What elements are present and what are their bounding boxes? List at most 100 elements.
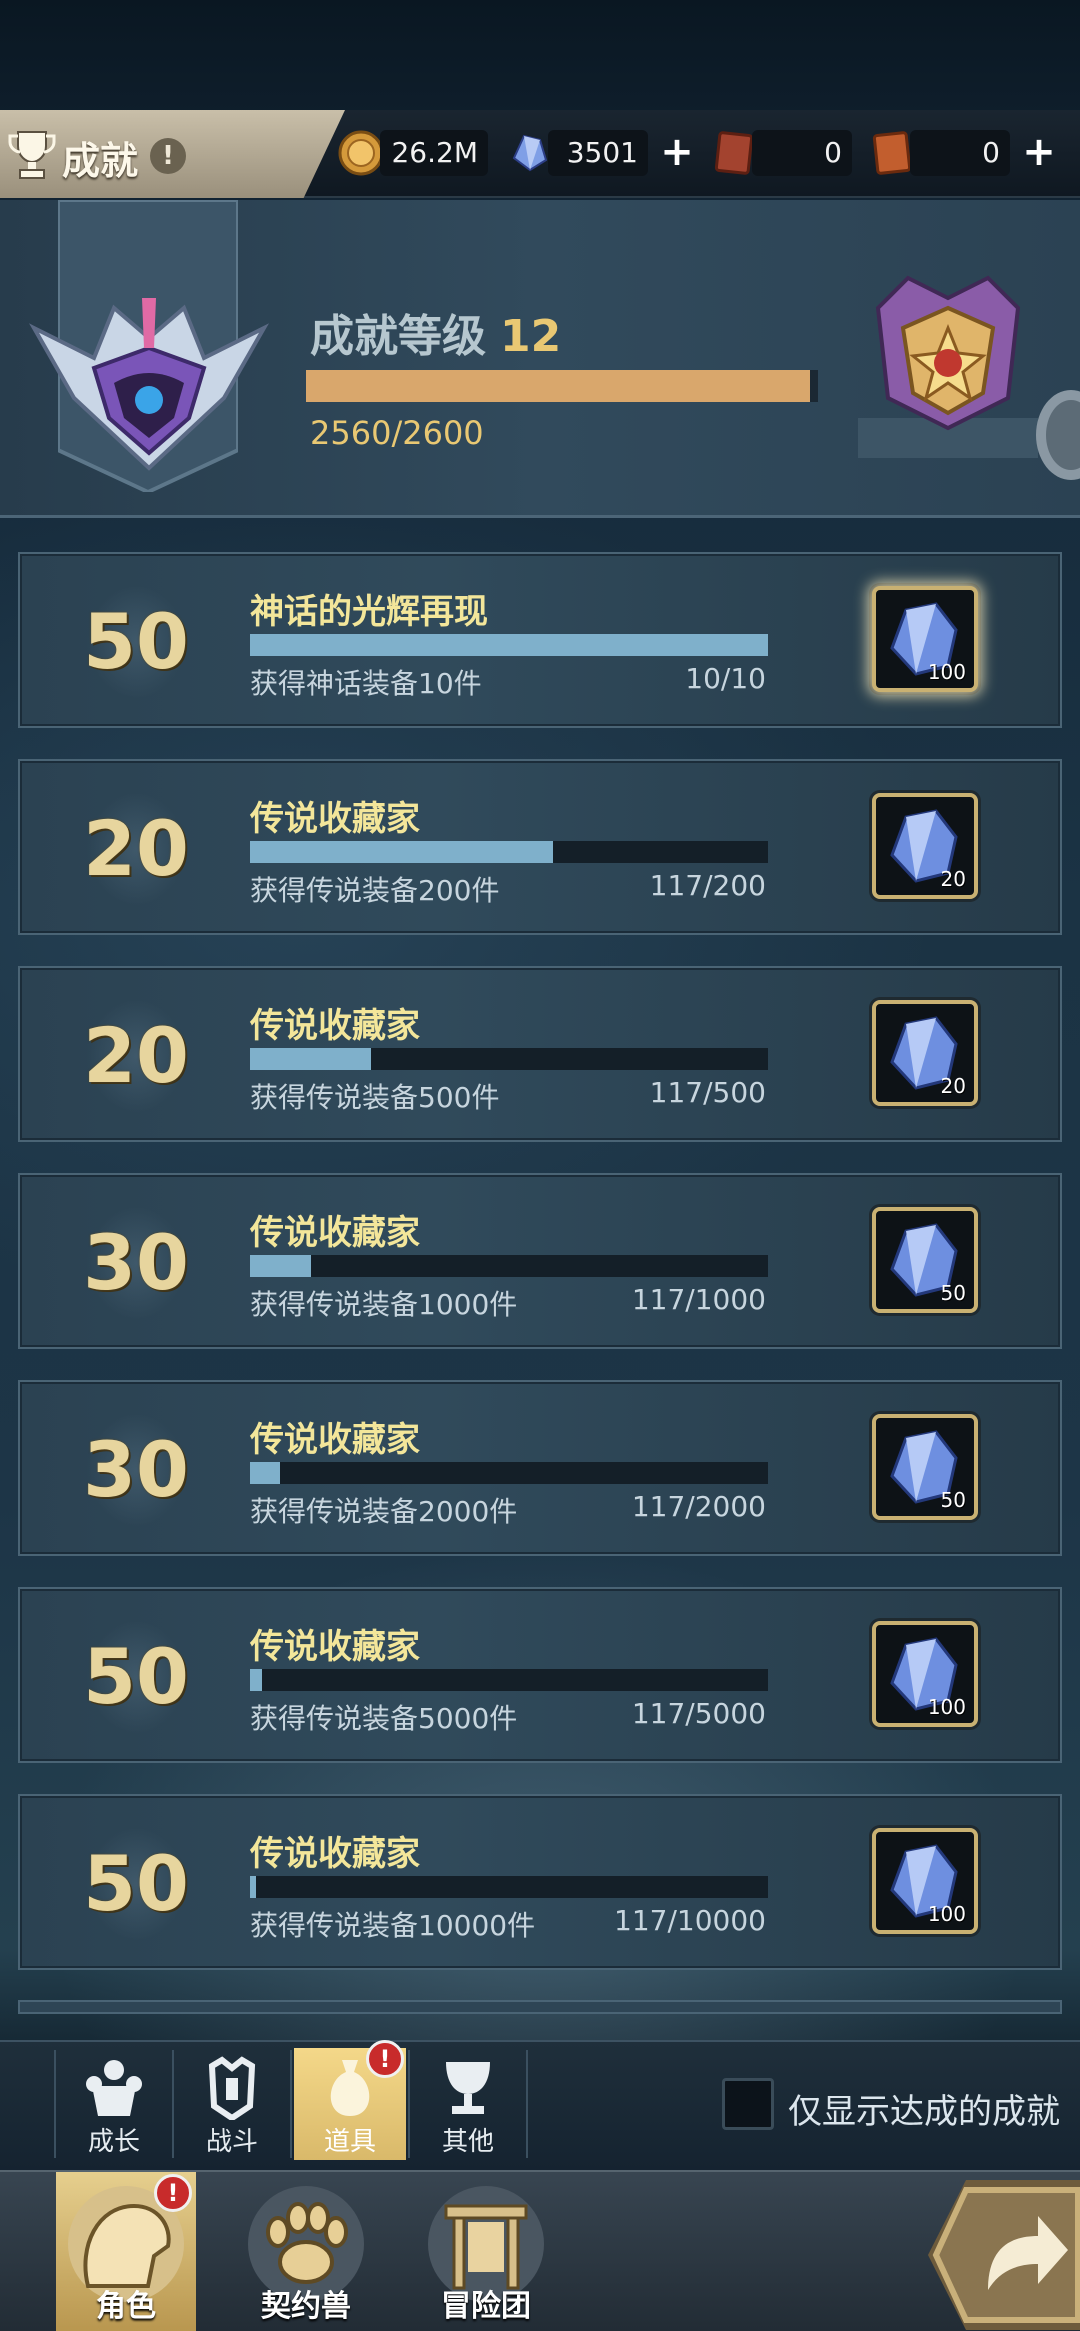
nav-adventure-team[interactable]: 冒险团: [416, 2172, 556, 2331]
gold-coin-icon: [338, 130, 384, 176]
achievement-points: 50: [83, 597, 189, 686]
achievement-name: 传说收藏家: [250, 1420, 420, 1460]
reward-quantity: 100: [927, 1902, 966, 1926]
level-progress-fill: [306, 370, 811, 402]
reward-slot[interactable]: 50: [872, 1414, 978, 1520]
achievement-points: 20: [83, 804, 189, 893]
reward-slot[interactable]: 100: [872, 586, 978, 692]
achievement-count: 117/2000: [631, 1490, 766, 1523]
rank-emblem-icon: [28, 298, 270, 471]
achievement-count: 117/10000: [614, 1904, 766, 1937]
achievement-progress-fill: [250, 841, 554, 863]
achievement-description: 获得传说装备5000件: [250, 1702, 518, 1735]
achievement-progress-bar: [250, 1462, 768, 1484]
achievement-progress-bar: [250, 1876, 768, 1898]
achievement-progress-bar: [250, 841, 768, 863]
title-tab: 成就 !: [0, 110, 345, 198]
achievement-progress-fill: [250, 1669, 263, 1691]
tab-divider: [408, 2050, 410, 2158]
character-alert-badge: !: [154, 2174, 192, 2212]
nav-contract-beast[interactable]: 契约兽: [236, 2172, 376, 2331]
achievement-points: 30: [83, 1425, 189, 1514]
achievement-progress-fill: [250, 1462, 281, 1484]
items-alert-badge: !: [366, 2040, 404, 2078]
achievement-progress-fill: [250, 1048, 372, 1070]
achievement-description: 获得传说装备2000件: [250, 1495, 518, 1528]
tab-divider: [290, 2050, 292, 2158]
achievement-count: 10/10: [685, 662, 766, 695]
achievement-description: 获得神话装备10件: [250, 667, 482, 700]
level-label: 成就等级: [310, 311, 486, 362]
red-ticket-value: 0: [824, 136, 842, 169]
achievement-card[interactable]: 20 传说收藏家 获得传说装备200件 117/200 20: [18, 759, 1062, 937]
achievement-count: 117/1000: [631, 1283, 766, 1316]
page-title: 成就: [62, 139, 139, 183]
reward-slot[interactable]: 50: [872, 1207, 978, 1313]
reward-quantity: 20: [940, 1074, 966, 1098]
achievement-card[interactable]: 50 传说收藏家获得传说装备5000件 117/5000 100: [18, 1587, 1062, 1765]
achievement-name: 传说收藏家: [250, 1213, 420, 1253]
achievement-card[interactable]: 30 传说收藏家获得传说装备2000件 117/2000 50: [18, 1380, 1062, 1558]
show-achieved-label: 仅显示达成的成就: [788, 2092, 1060, 2132]
achievement-name: 传说收藏家: [250, 1627, 420, 1667]
reward-quantity: 50: [940, 1281, 966, 1305]
achievement-count: 117/500: [649, 1076, 766, 1109]
reward-slot[interactable]: 100: [872, 1828, 978, 1934]
tab-divider: [54, 2050, 56, 2158]
reward-quantity: 20: [940, 867, 966, 891]
reward-quantity: 100: [927, 660, 966, 684]
orange-ticket-icon: [872, 131, 912, 175]
level-progress-bar: [306, 370, 818, 402]
achievement-card[interactable]: 30 传说收藏家获得传说装备1000件 117/1000 50: [18, 1173, 1062, 1351]
reward-slot[interactable]: 20: [872, 1000, 978, 1106]
achievement-description: 获得传说装备10000件: [250, 1909, 536, 1942]
achievement-name: 传说收藏家: [250, 1834, 420, 1874]
reward-quantity: 50: [940, 1488, 966, 1512]
achievement-card[interactable]: 50 传说收藏家获得传说装备10000件 117/10000 100: [18, 1794, 1062, 1972]
nav-label: 契约兽: [261, 2289, 351, 2324]
crystal-plus-button[interactable]: +: [658, 132, 696, 172]
gold-value: 26.2M: [391, 136, 478, 169]
tab-other[interactable]: 其他: [412, 2048, 524, 2160]
achievement-description: 获得传说装备500件: [250, 1081, 500, 1114]
level-number: 12: [500, 311, 562, 362]
achievement-points: 50: [83, 1839, 189, 1928]
achievement-count: 117/5000: [631, 1697, 766, 1730]
crystal-currency: 3501 +: [548, 130, 694, 176]
tab-label: 成长: [87, 2127, 140, 2157]
cup-icon: [446, 2062, 490, 2114]
achievement-progress-fill: [250, 634, 768, 656]
red-ticket-currency: 0: [752, 130, 852, 176]
orange-ticket-value: 0: [982, 136, 1000, 169]
reward-slot[interactable]: 20: [872, 793, 978, 899]
crystal-icon: [512, 134, 548, 172]
achievement-points: 20: [83, 1011, 189, 1100]
tab-label: 战斗: [205, 2127, 258, 2157]
achievement-progress-bar: [250, 1048, 768, 1070]
tab-label: 道具: [323, 2127, 376, 2157]
tab-battle[interactable]: 战斗: [176, 2048, 288, 2160]
battle-icon: [208, 2056, 256, 2120]
next-rank-emblem-icon: [858, 275, 1038, 458]
reward-slot[interactable]: 100: [872, 1621, 978, 1727]
red-ticket-icon: [714, 131, 754, 175]
orange-ticket-plus-button[interactable]: +: [1020, 132, 1058, 172]
achievement-card[interactable]: 20 传说收藏家 获得传说装备500件 117/500 20: [18, 966, 1062, 1144]
side-ring-decoration: [1036, 390, 1080, 480]
show-achieved-checkbox[interactable]: [722, 2078, 774, 2130]
achievement-progress-bar: [250, 1255, 768, 1277]
achievement-count: 117/200: [649, 869, 766, 902]
achievement-progress-bar: [250, 634, 768, 656]
reward-quantity: 100: [927, 1695, 966, 1719]
nav-label: 角色: [96, 2289, 156, 2324]
achievement-description: 获得传说装备1000件: [250, 1288, 518, 1321]
trophy-icon: [8, 131, 56, 179]
tab-growth[interactable]: 成长: [58, 2048, 170, 2160]
info-icon[interactable]: !: [150, 138, 186, 174]
achievement-points: 30: [83, 1218, 189, 1307]
achievement-points: 50: [83, 1632, 189, 1721]
crystal-value: 3501: [566, 136, 638, 169]
achievement-card[interactable]: 50 神话的光辉再现获得神话装备10件 10/10 100: [18, 552, 1062, 730]
achievement-name: 神话的光辉再现: [250, 592, 488, 632]
achievement-level-title: 成就等级 12: [310, 300, 561, 364]
